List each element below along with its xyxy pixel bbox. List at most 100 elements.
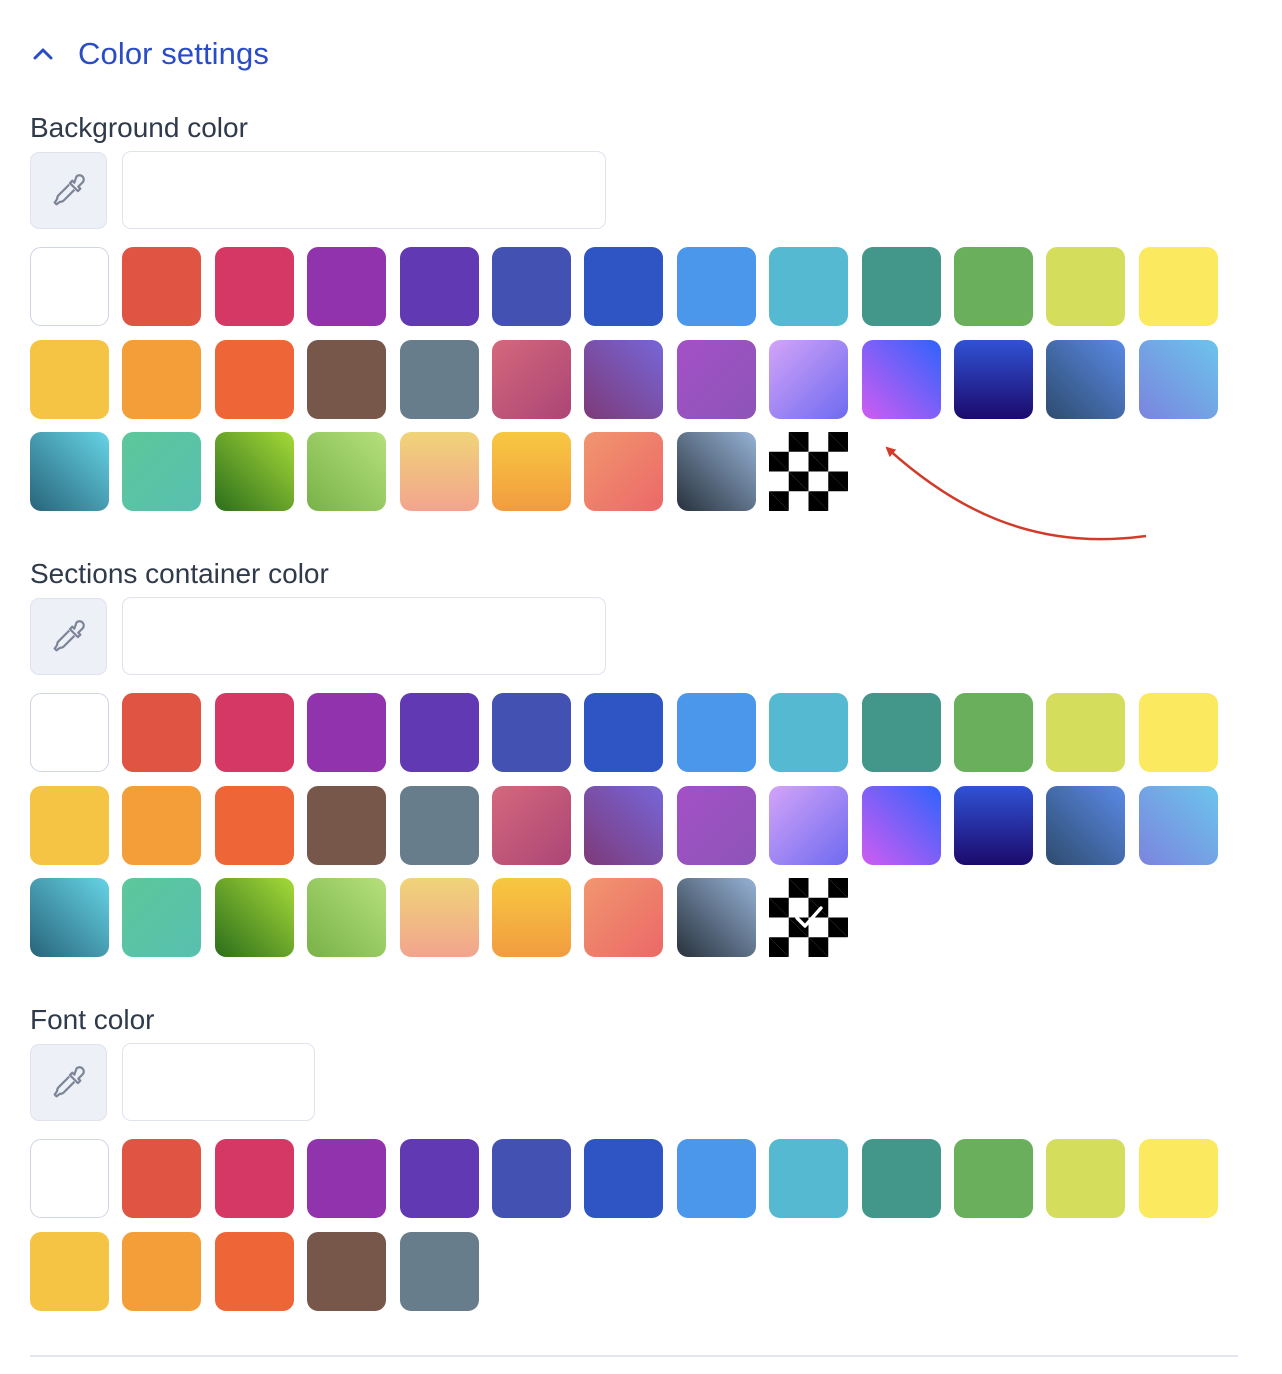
sections-container-swatch-solid-7[interactable] — [584, 693, 664, 772]
sections-container-swatch-gradient-26[interactable] — [1138, 785, 1218, 865]
background-swatch-solid-7[interactable] — [584, 247, 664, 326]
font-swatch-solid-10[interactable] — [861, 1139, 941, 1218]
background-swatch-gradient-27[interactable] — [30, 432, 109, 511]
font-swatch-solid-8[interactable] — [676, 1139, 756, 1218]
sections-container-swatch-solid-15[interactable] — [122, 785, 202, 865]
sections-container-color-input[interactable] — [122, 597, 606, 675]
sections-container-swatch-gradient-29[interactable] — [214, 878, 294, 957]
background-swatch-solid-3[interactable] — [214, 247, 294, 326]
background-swatch-solid-10[interactable] — [861, 247, 941, 326]
background-swatch-solid-2[interactable] — [122, 247, 202, 326]
sections-container-swatch-white[interactable] — [30, 693, 109, 772]
font-swatch-solid-5[interactable] — [399, 1139, 479, 1218]
sections-container-swatch-solid-16[interactable] — [214, 785, 294, 865]
background-swatch-solid-6[interactable] — [491, 247, 571, 326]
background-swatch-gradient-25[interactable] — [1046, 339, 1126, 419]
color-settings-toggle[interactable]: Color settings — [30, 36, 269, 72]
sections-container-swatch-gradient-33[interactable] — [584, 878, 664, 957]
background-swatch-gradient-26[interactable] — [1138, 339, 1218, 419]
font-swatch-solid-4[interactable] — [307, 1139, 387, 1218]
background-swatch-solid-17[interactable] — [307, 339, 387, 419]
background-swatch-gradient-21[interactable] — [676, 339, 756, 419]
sections-container-swatch-solid-13[interactable] — [1138, 693, 1218, 772]
background-swatch-solid-12[interactable] — [1046, 247, 1126, 326]
background-swatch-gradient-22[interactable] — [769, 339, 849, 419]
background-swatch-solid-14[interactable] — [30, 339, 109, 419]
sections-container-swatch-gradient-32[interactable] — [491, 878, 571, 957]
background-swatch-solid-4[interactable] — [307, 247, 387, 326]
background-swatch-gradient-23[interactable] — [861, 339, 941, 419]
font-color-input[interactable] — [122, 1043, 315, 1121]
sections-container-swatch-solid-6[interactable] — [491, 693, 571, 772]
sections-container-swatch-solid-8[interactable] — [676, 693, 756, 772]
font-swatch-solid-2[interactable] — [122, 1139, 202, 1218]
font-swatch-solid-3[interactable] — [214, 1139, 294, 1218]
background-swatch-gradient-28[interactable] — [122, 432, 202, 511]
sections-container-swatch-solid-4[interactable] — [307, 693, 387, 772]
checkmark-icon — [795, 906, 823, 928]
background-swatch-solid-8[interactable] — [676, 247, 756, 326]
background-swatch-gradient-31[interactable] — [399, 432, 479, 511]
sections-container-swatch-gradient-30[interactable] — [307, 878, 387, 957]
background-swatch-gradient-24[interactable] — [953, 339, 1033, 419]
background-swatch-white[interactable] — [30, 247, 109, 326]
sections-container-swatch-gradient-25[interactable] — [1046, 785, 1126, 865]
sections-container-swatch-gradient-31[interactable] — [399, 878, 479, 957]
background-swatch-solid-13[interactable] — [1138, 247, 1218, 326]
background-swatch-gradient-19[interactable] — [491, 339, 571, 419]
background-swatch-gradient-33[interactable] — [584, 432, 664, 511]
sections-container-swatch-solid-2[interactable] — [122, 693, 202, 772]
sections-container-swatch-gradient-22[interactable] — [769, 785, 849, 865]
font-swatch-solid-7[interactable] — [584, 1139, 664, 1218]
background-swatch-gradient-29[interactable] — [214, 432, 294, 511]
background-eyedropper-button[interactable] — [30, 151, 107, 229]
font-swatch-solid-18[interactable] — [399, 1231, 479, 1311]
sections-container-swatch-solid-12[interactable] — [1046, 693, 1126, 772]
font-swatch-solid-17[interactable] — [307, 1231, 387, 1311]
sections-container-swatch-gradient-23[interactable] — [861, 785, 941, 865]
background-color-group: Background color — [30, 109, 1218, 511]
sections-container-swatch-gradient-27[interactable] — [30, 878, 109, 957]
sections-container-swatch-solid-11[interactable] — [953, 693, 1033, 772]
font-swatch-white[interactable] — [30, 1139, 109, 1218]
background-swatch-solid-5[interactable] — [399, 247, 479, 326]
font-color-label: Font color — [30, 1004, 155, 1035]
background-swatch-gradient-30[interactable] — [307, 432, 387, 511]
sections-container-swatch-gradient-28[interactable] — [122, 878, 202, 957]
font-swatch-solid-12[interactable] — [1046, 1139, 1126, 1218]
sections-container-swatch-gradient-34[interactable] — [676, 878, 756, 957]
font-eyedropper-button[interactable] — [30, 1043, 107, 1121]
background-swatch-gradient-34[interactable] — [676, 432, 756, 511]
font-swatch-solid-6[interactable] — [491, 1139, 571, 1218]
background-swatch-solid-15[interactable] — [122, 339, 202, 419]
font-swatch-solid-14[interactable] — [30, 1231, 109, 1311]
sections-container-swatch-solid-5[interactable] — [399, 693, 479, 772]
background-swatch-solid-16[interactable] — [214, 339, 294, 419]
font-swatch-solid-16[interactable] — [214, 1231, 294, 1311]
sections-container-swatch-gradient-24[interactable] — [953, 785, 1033, 865]
font-swatch-solid-9[interactable] — [769, 1139, 849, 1218]
sections-container-swatch-solid-14[interactable] — [30, 785, 109, 865]
background-swatch-transparent[interactable] — [769, 432, 849, 511]
sections-container-swatch-solid-18[interactable] — [399, 785, 479, 865]
sections-container-color-label: Sections container color — [30, 558, 329, 589]
sections-container-eyedropper-button[interactable] — [30, 597, 107, 675]
background-swatch-solid-9[interactable] — [769, 247, 849, 326]
sections-container-swatch-gradient-21[interactable] — [676, 785, 756, 865]
background-swatch-gradient-32[interactable] — [491, 432, 571, 511]
sections-container-swatch-solid-10[interactable] — [861, 693, 941, 772]
eyedropper-icon — [53, 174, 85, 206]
sections-container-swatch-solid-17[interactable] — [307, 785, 387, 865]
background-swatch-solid-18[interactable] — [399, 339, 479, 419]
font-swatch-solid-15[interactable] — [122, 1231, 202, 1311]
font-swatch-solid-13[interactable] — [1138, 1139, 1218, 1218]
sections-container-swatch-solid-3[interactable] — [214, 693, 294, 772]
sections-container-swatch-solid-9[interactable] — [769, 693, 849, 772]
background-swatch-gradient-20[interactable] — [584, 339, 664, 419]
sections-container-swatch-transparent[interactable] — [769, 878, 849, 957]
font-swatch-solid-11[interactable] — [953, 1139, 1033, 1218]
sections-container-swatch-gradient-19[interactable] — [491, 785, 571, 865]
background-swatch-solid-11[interactable] — [953, 247, 1033, 326]
sections-container-swatch-gradient-20[interactable] — [584, 785, 664, 865]
background-color-input[interactable] — [122, 151, 606, 229]
